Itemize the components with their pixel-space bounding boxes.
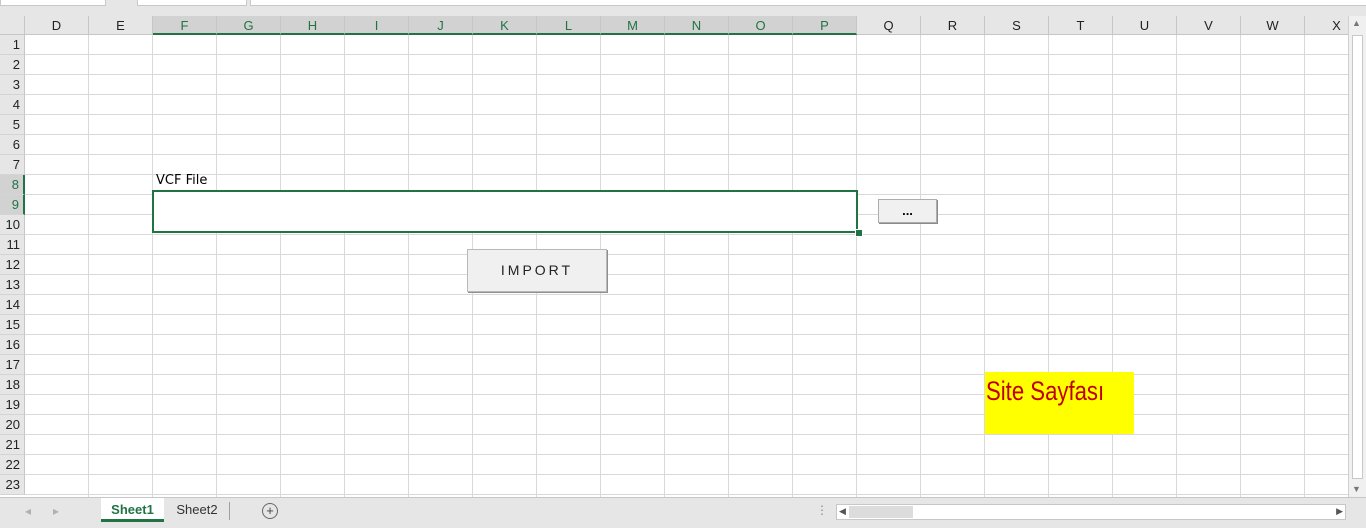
row-header-18[interactable]: 18 (0, 375, 25, 395)
row-header-20[interactable]: 20 (0, 415, 25, 435)
row-header-6[interactable]: 6 (0, 135, 25, 155)
row-header-5[interactable]: 5 (0, 115, 25, 135)
row-header-4[interactable]: 4 (0, 95, 25, 115)
column-header-p[interactable]: P (793, 16, 857, 35)
formula-input[interactable] (250, 0, 1366, 6)
row-header-14[interactable]: 14 (0, 295, 25, 315)
row-header-15[interactable]: 15 (0, 315, 25, 335)
row-header-13[interactable]: 13 (0, 275, 25, 295)
column-header-g[interactable]: G (217, 16, 281, 35)
scroll-up-icon[interactable]: ▲ (1352, 18, 1361, 28)
column-header-l[interactable]: L (537, 16, 601, 35)
row-header-23[interactable]: 23 (0, 475, 25, 495)
column-header-t[interactable]: T (1049, 16, 1113, 35)
column-header-m[interactable]: M (601, 16, 665, 35)
row-header-17[interactable]: 17 (0, 355, 25, 375)
row-header-22[interactable]: 22 (0, 455, 25, 475)
name-box[interactable] (0, 0, 106, 6)
function-box[interactable] (137, 0, 247, 6)
column-header-o[interactable]: O (729, 16, 793, 35)
site-page-box[interactable]: Site Sayfası (985, 372, 1134, 434)
vertical-scroll-thumb[interactable] (1352, 35, 1363, 479)
select-all-corner[interactable] (0, 16, 25, 35)
column-header-r[interactable]: R (921, 16, 985, 35)
cell-grid[interactable] (25, 35, 1348, 497)
row-header-21[interactable]: 21 (0, 435, 25, 455)
column-header-i[interactable]: I (345, 16, 409, 35)
row-header-16[interactable]: 16 (0, 335, 25, 355)
previous-sheet-icon[interactable]: ◂ (25, 504, 31, 518)
row-header-19[interactable]: 19 (0, 395, 25, 415)
column-header-n[interactable]: N (665, 16, 729, 35)
row-header-9[interactable]: 9 (0, 195, 25, 215)
scroll-down-icon[interactable]: ▼ (1352, 484, 1361, 494)
column-header-f[interactable]: F (153, 16, 217, 35)
fill-handle[interactable] (855, 229, 863, 237)
column-header-q[interactable]: Q (857, 16, 921, 35)
row-header-8[interactable]: 8 (0, 175, 25, 195)
vertical-scrollbar[interactable]: ▲ ▼ (1348, 16, 1366, 497)
column-header-w[interactable]: W (1241, 16, 1305, 35)
tab-divider (229, 502, 230, 520)
vcf-file-label: VCF File (156, 173, 208, 188)
column-header-v[interactable]: V (1177, 16, 1241, 35)
row-header-1[interactable]: 1 (0, 35, 25, 55)
column-header-x[interactable]: X (1305, 16, 1348, 35)
column-header-j[interactable]: J (409, 16, 473, 35)
spreadsheet-grid: DEFGHIJKLMNOPQRSTUVWX 1 2 3 4 5 6 7 8 9 10 11 12 13 1… (0, 16, 1348, 497)
row-header-3[interactable]: 3 (0, 75, 25, 95)
sheet-tab-bar: ◂ ▸ Sheet1 Sheet2 + ⋮ ◀ ▶ (0, 497, 1366, 528)
row-header-7[interactable]: 7 (0, 155, 25, 175)
next-sheet-icon[interactable]: ▸ (53, 504, 59, 518)
vcf-file-input[interactable] (152, 190, 858, 233)
column-header-s[interactable]: S (985, 16, 1049, 35)
site-page-label: Site Sayfası (986, 376, 1105, 406)
tab-sheet2[interactable]: Sheet2 (167, 498, 227, 522)
browse-button[interactable]: ... (878, 199, 937, 223)
column-header-d[interactable]: D (25, 16, 89, 35)
formula-bar-strip (0, 0, 1366, 17)
column-header-e[interactable]: E (89, 16, 153, 35)
row-header-11[interactable]: 11 (0, 235, 25, 255)
column-header-h[interactable]: H (281, 16, 345, 35)
add-sheet-icon[interactable]: + (262, 503, 278, 519)
scroll-left-icon[interactable]: ◀ (839, 506, 846, 517)
column-header-u[interactable]: U (1113, 16, 1177, 35)
scroll-right-icon[interactable]: ▶ (1336, 506, 1343, 517)
tab-sheet1[interactable]: Sheet1 (101, 498, 164, 522)
split-handle-icon[interactable]: ⋮ (816, 503, 828, 517)
import-button[interactable]: IMPORT (467, 249, 607, 292)
horizontal-scroll-thumb[interactable] (849, 506, 913, 518)
row-header-12[interactable]: 12 (0, 255, 25, 275)
horizontal-scrollbar[interactable]: ◀ ▶ (836, 504, 1346, 520)
row-header-10[interactable]: 10 (0, 215, 25, 235)
column-header-k[interactable]: K (473, 16, 537, 35)
row-header-2[interactable]: 2 (0, 55, 25, 75)
